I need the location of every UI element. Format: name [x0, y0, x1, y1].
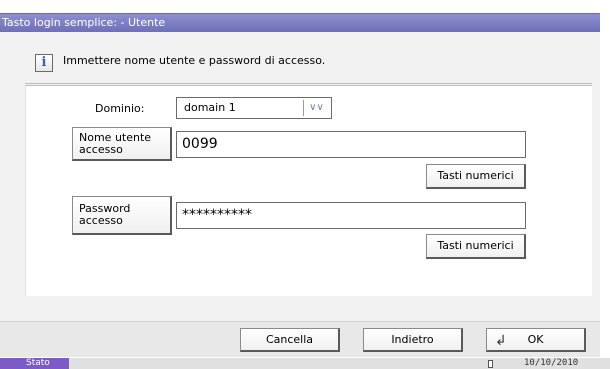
ok-label: OK [527, 332, 544, 346]
login-panel: Tasto login semplice: - Utente i Immette… [0, 0, 610, 369]
domain-label: Dominio: [95, 102, 145, 115]
enter-icon: ↲ [495, 333, 507, 349]
domain-select[interactable]: domain 1 ∨∨ [176, 97, 332, 119]
status-bar: Stato 10/10/2010 10:10 [0, 358, 610, 369]
cancel-button[interactable]: Cancella [240, 328, 340, 352]
top-strip [0, 0, 600, 15]
window-title: Tasto login semplice: - Utente [0, 14, 600, 32]
info-message: Immettere nome utente e password di acce… [63, 54, 326, 67]
password-field[interactable]: ********** [176, 202, 526, 229]
ok-button[interactable]: ↲ OK [486, 328, 586, 352]
username-button[interactable]: Nome utente accesso [72, 127, 172, 161]
password-keypad-button[interactable]: Tasti numerici [426, 234, 526, 259]
status-button[interactable]: Stato [0, 358, 69, 369]
username-button-label-2: accesso [79, 143, 123, 156]
chevron-down-icon[interactable]: ∨∨ [303, 100, 329, 116]
back-button[interactable]: Indietro [363, 328, 463, 352]
username-keypad-button[interactable]: Tasti numerici [426, 164, 526, 189]
info-message-box: i Immettere nome utente e password di ac… [25, 47, 592, 84]
password-button[interactable]: Password accesso [72, 196, 172, 235]
password-button-label-2: accesso [79, 214, 123, 227]
status-datetime: 10/10/2010 10:10 [524, 358, 579, 368]
info-icon: i [35, 54, 53, 72]
domain-value: domain 1 [184, 101, 236, 114]
status-device-icon [488, 360, 493, 368]
username-field[interactable]: 0099 [176, 131, 526, 158]
